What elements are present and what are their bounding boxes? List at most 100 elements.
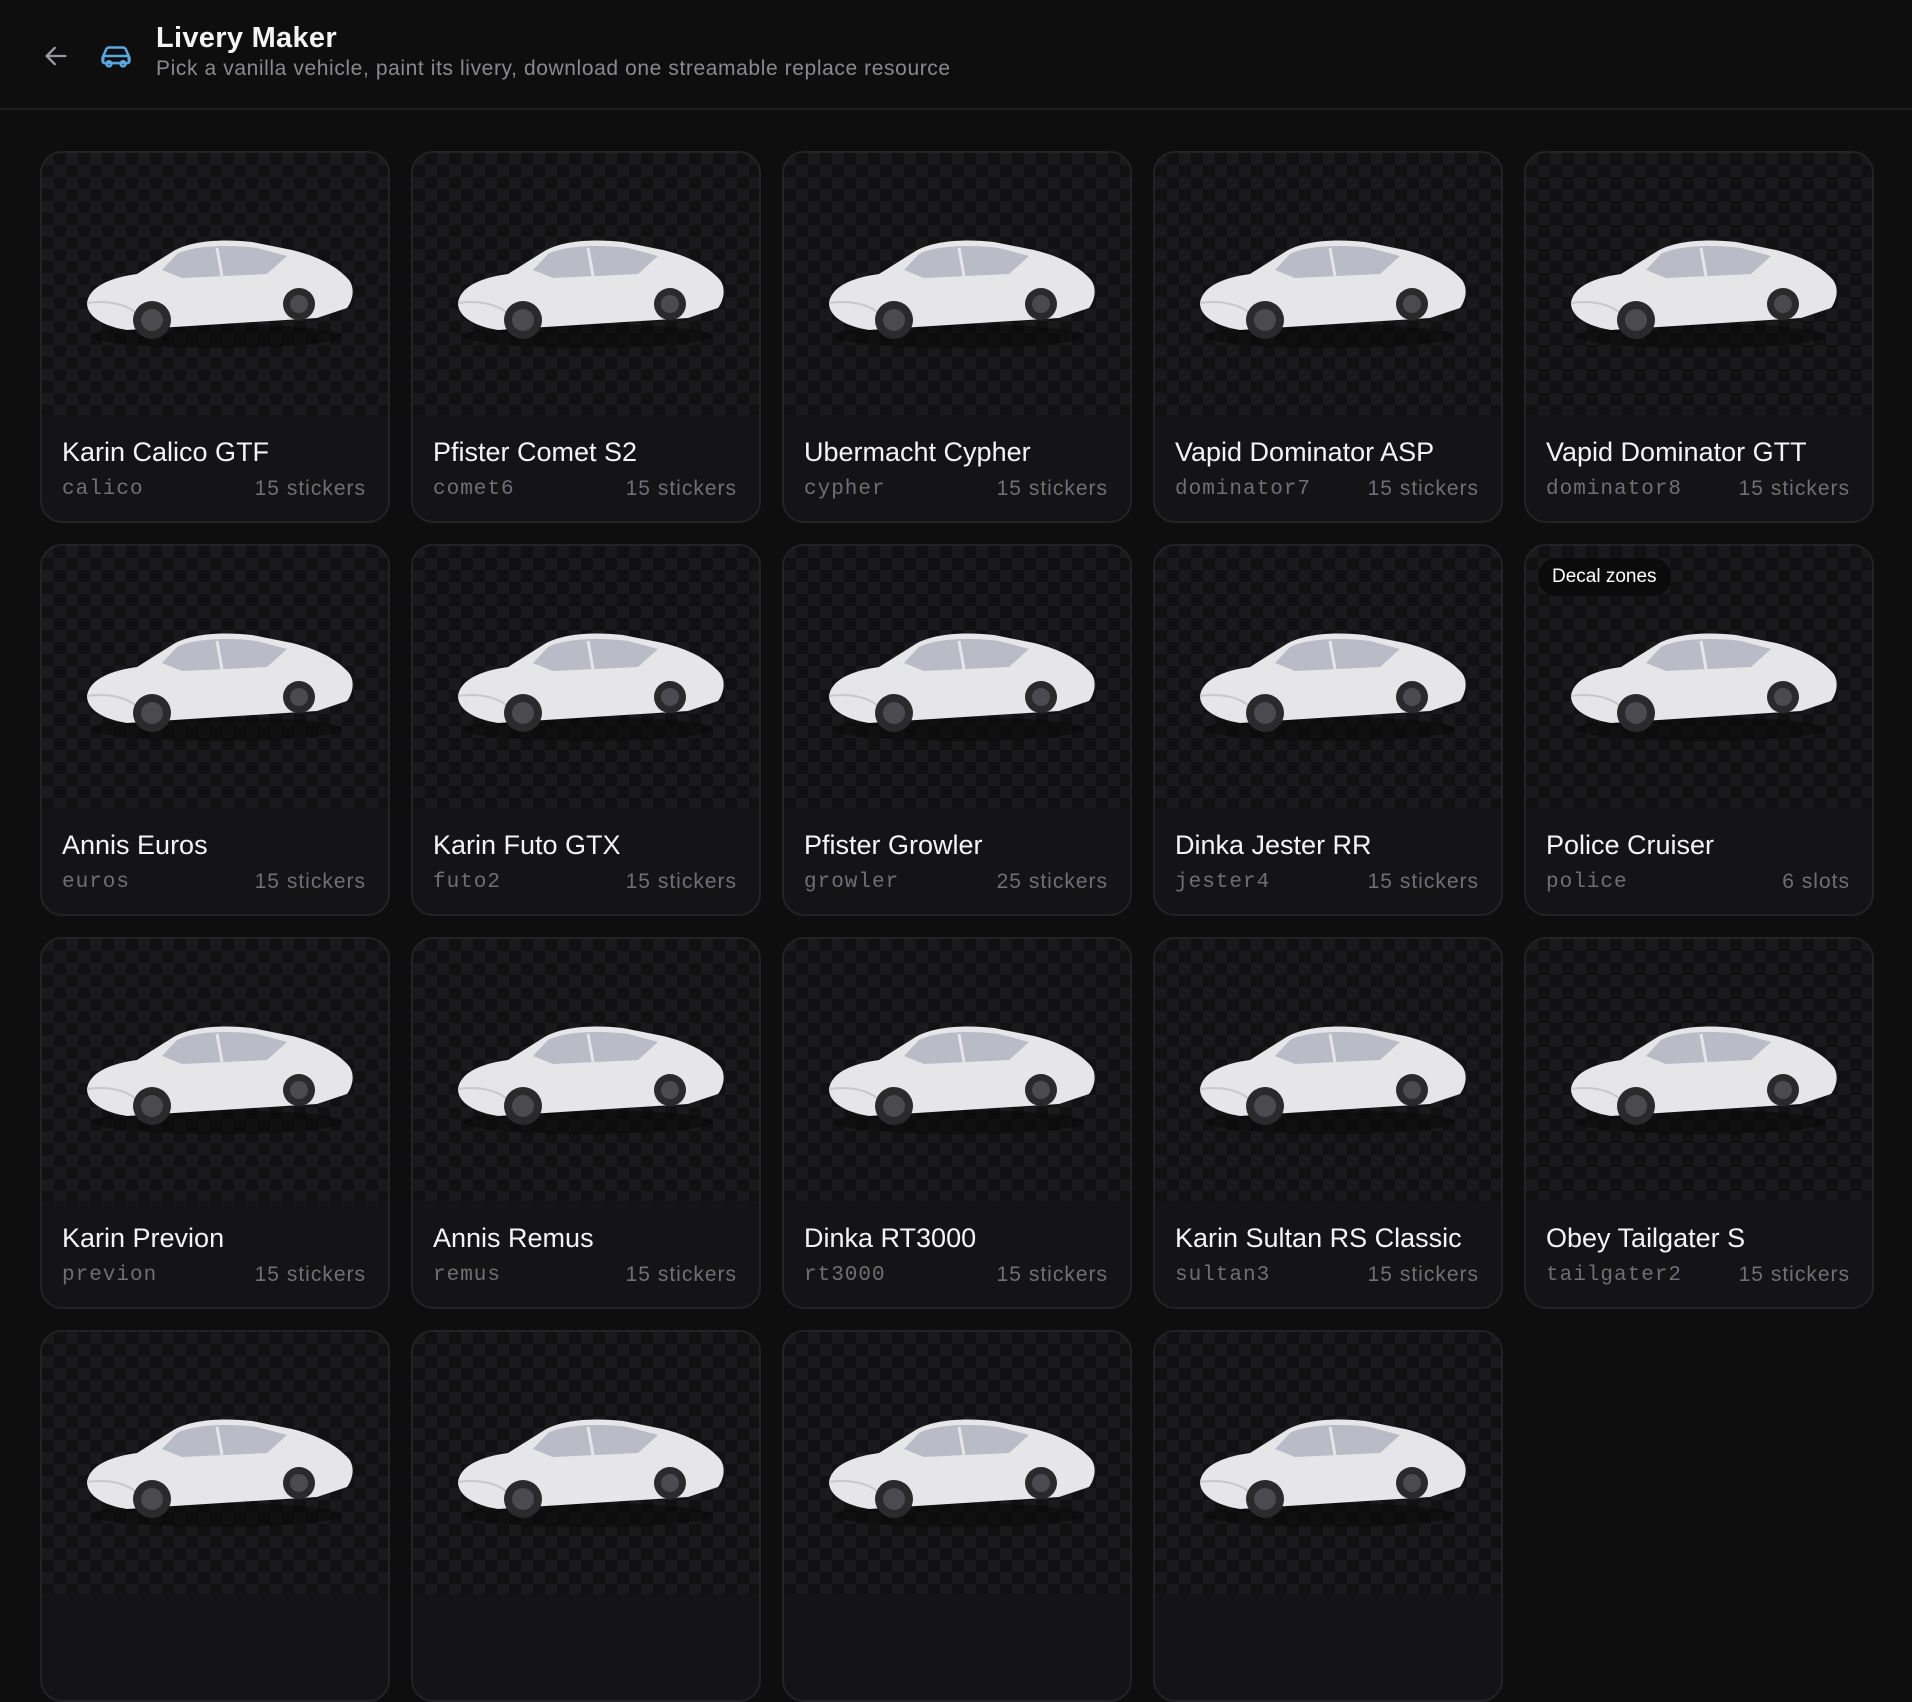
vehicle-render-icon	[828, 1026, 1095, 1134]
vehicle-thumbnail	[784, 1332, 1130, 1594]
vehicle-name: Karin Previon	[62, 1223, 225, 1253]
vehicle-model-id: dominator8	[1546, 478, 1683, 501]
vehicle-card[interactable]: Karin Calico GTF calico 15 stickers	[40, 151, 390, 523]
sticker-count: 15 stickers	[1738, 1263, 1850, 1286]
vehicle-model-id: police	[1546, 871, 1628, 894]
vehicle-card[interactable]	[411, 1330, 761, 1702]
vehicle-render-icon	[457, 633, 724, 741]
app-header: Livery Maker Pick a vanilla vehicle, pai…	[0, 0, 1912, 110]
vehicle-name: Vapid Dominator ASP	[1175, 437, 1435, 467]
vehicle-card[interactable]: Obey Tailgater S tailgater2 15 stickers	[1524, 937, 1874, 1309]
vehicle-card[interactable]: Annis Remus remus 15 stickers	[411, 937, 761, 1309]
vehicle-render-icon	[457, 1026, 724, 1134]
vehicle-card[interactable]	[40, 1330, 390, 1702]
vehicle-card[interactable]: Dinka Jester RR jester4 15 stickers	[1153, 544, 1503, 916]
vehicle-render-icon	[86, 1419, 353, 1527]
vehicle-render-icon	[1570, 633, 1837, 741]
vehicle-model-id: remus	[433, 1264, 502, 1287]
vehicle-name: Dinka Jester RR	[1175, 830, 1372, 860]
vehicle-render-icon	[86, 633, 353, 741]
vehicle-thumbnail	[1155, 153, 1501, 415]
sticker-count: 15 stickers	[996, 1263, 1108, 1286]
vehicle-thumbnail	[1155, 939, 1501, 1201]
vehicle-card[interactable]: Pfister Growler growler 25 stickers	[782, 544, 1132, 916]
vehicle-thumbnail	[1526, 939, 1872, 1201]
vehicle-render-icon	[1199, 633, 1466, 741]
vehicle-name: Annis Remus	[433, 1223, 594, 1253]
vehicle-render-icon	[828, 240, 1095, 348]
sticker-count: 25 stickers	[996, 870, 1108, 893]
page-subtitle: Pick a vanilla vehicle, paint its livery…	[156, 57, 951, 80]
vehicle-card[interactable]: Karin Futo GTX futo2 15 stickers	[411, 544, 761, 916]
vehicle-render-icon	[86, 1026, 353, 1134]
vehicle-name: Vapid Dominator GTT	[1546, 437, 1807, 467]
sticker-count: 15 stickers	[625, 870, 737, 893]
vehicle-model-id: cypher	[804, 478, 886, 501]
vehicle-thumbnail	[42, 1332, 388, 1594]
sticker-count: 15 stickers	[1367, 870, 1479, 893]
vehicle-card[interactable]: Annis Euros euros 15 stickers	[40, 544, 390, 916]
vehicle-card[interactable]: Dinka RT3000 rt3000 15 stickers	[782, 937, 1132, 1309]
vehicle-model-id: dominator7	[1175, 478, 1312, 501]
vehicle-card[interactable]: Karin Sultan RS Classic sultan3 15 sticker…	[1153, 937, 1503, 1309]
vehicle-card[interactable]	[782, 1330, 1132, 1702]
back-button[interactable]	[36, 36, 76, 76]
vehicle-thumbnail	[784, 153, 1130, 415]
car-icon	[96, 36, 136, 76]
vehicle-render-icon	[1199, 1419, 1466, 1527]
vehicle-card[interactable]	[1153, 1330, 1503, 1702]
vehicle-thumbnail	[1526, 153, 1872, 415]
vehicle-render-icon	[828, 633, 1095, 741]
vehicle-name: Karin Calico GTF	[62, 437, 270, 467]
vehicle-name: Annis Euros	[62, 830, 208, 860]
vehicle-thumbnail	[1155, 546, 1501, 808]
vehicle-render-icon	[1199, 240, 1466, 348]
vehicle-thumbnail	[413, 939, 759, 1201]
vehicle-model-id: futo2	[433, 871, 502, 894]
vehicle-model-id: tailgater2	[1546, 1264, 1683, 1287]
sticker-count: 15 stickers	[625, 1263, 737, 1286]
vehicle-model-id: growler	[804, 871, 900, 894]
vehicle-thumbnail	[413, 546, 759, 808]
vehicle-model-id: rt3000	[804, 1264, 886, 1287]
sticker-count: 15 stickers	[254, 1263, 366, 1286]
sticker-count: 15 stickers	[996, 477, 1108, 500]
vehicle-name: Ubermacht Cypher	[804, 437, 1031, 467]
vehicle-thumbnail	[413, 1332, 759, 1594]
vehicle-card[interactable]: Decal zones Police Cruiser police 6 slots	[1524, 544, 1874, 916]
vehicle-thumbnail	[42, 546, 388, 808]
vehicle-card[interactable]: Vapid Dominator GTT dominator8 15 stickers	[1524, 151, 1874, 523]
vehicle-render-icon	[1199, 1026, 1466, 1134]
vehicle-render-icon	[457, 240, 724, 348]
vehicle-render-icon	[457, 1419, 724, 1527]
vehicle-thumbnail	[42, 153, 388, 415]
vehicle-model-id: comet6	[433, 478, 515, 501]
vehicle-model-id: calico	[62, 478, 144, 501]
vehicle-card[interactable]: Pfister Comet S2 comet6 15 stickers	[411, 151, 761, 523]
vehicle-model-id: previon	[62, 1264, 158, 1287]
vehicle-name: Pfister Growler	[804, 830, 983, 860]
vehicle-card[interactable]: Karin Previon previon 15 stickers	[40, 937, 390, 1309]
vehicle-model-id: sultan3	[1175, 1264, 1271, 1287]
sticker-count: 15 stickers	[1367, 477, 1479, 500]
vehicle-name: Pfister Comet S2	[433, 437, 638, 467]
arrow-left-icon	[45, 46, 67, 66]
vehicle-thumbnail	[1155, 1332, 1501, 1594]
page-title: Livery Maker	[156, 22, 337, 54]
vehicle-name: Karin Futo GTX	[433, 830, 621, 860]
vehicle-render-icon	[86, 240, 353, 348]
vehicle-render-icon	[1570, 1026, 1837, 1134]
vehicle-render-icon	[1570, 240, 1837, 348]
decal-zones-badge: Decal zones	[1538, 558, 1671, 596]
vehicle-render-icon	[828, 1419, 1095, 1527]
vehicle-name: Obey Tailgater S	[1546, 1223, 1746, 1253]
sticker-count: 15 stickers	[254, 477, 366, 500]
vehicle-card[interactable]: Ubermacht Cypher cypher 15 stickers	[782, 151, 1132, 523]
sticker-count: 15 stickers	[1367, 1263, 1479, 1286]
vehicle-thumbnail	[413, 153, 759, 415]
sticker-count: 15 stickers	[254, 870, 366, 893]
vehicle-thumbnail	[42, 939, 388, 1201]
sticker-count: 15 stickers	[1738, 477, 1850, 500]
vehicle-card[interactable]: Vapid Dominator ASP dominator7 15 stickers	[1153, 151, 1503, 523]
vehicle-grid: Karin Calico GTF calico 15 stickers Pfiste…	[40, 151, 1874, 1702]
